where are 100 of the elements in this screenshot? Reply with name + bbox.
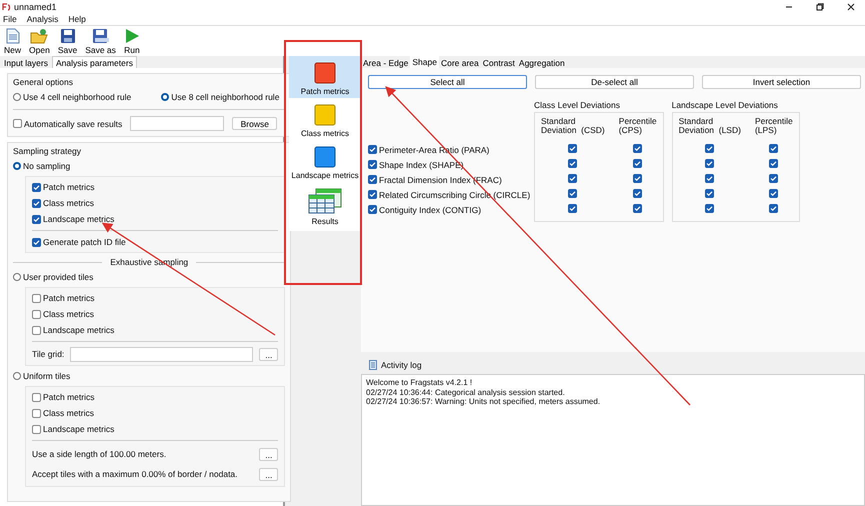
browse-button[interactable]: ... (259, 348, 278, 360)
checkbox[interactable] (32, 392, 41, 402)
toolbar-button[interactable]: Save as (85, 28, 116, 55)
setting-text: Accept tiles with a maximum 0.00% of border / nodata. (32, 469, 238, 479)
tab[interactable]: Analysis parameters (52, 56, 137, 68)
action-button[interactable]: Invert selection (702, 75, 861, 89)
column-header: Standard Deviation (LSD) (678, 117, 741, 136)
checkbox[interactable] (705, 144, 714, 154)
log-line: 02/27/24 10:36:44: Categorical analysis session started. (366, 388, 566, 397)
column-header: Standard Deviation (CSD) (541, 117, 605, 136)
menu-item[interactable]: File (3, 14, 17, 24)
tab[interactable]: Core area (438, 57, 481, 68)
checkbox[interactable] (568, 204, 578, 214)
edit-button[interactable]: ... (259, 468, 278, 480)
checkbox[interactable] (705, 189, 714, 198)
radio-label: User provided tiles (23, 272, 94, 282)
checkbox-label: Class metrics (43, 408, 94, 418)
path-field[interactable] (130, 116, 224, 131)
checkbox-label: Landscape metrics (43, 424, 114, 434)
checkbox[interactable] (368, 145, 377, 154)
toolbar-button[interactable]: Open (29, 28, 50, 55)
play-icon (124, 28, 140, 44)
checkbox[interactable] (32, 424, 41, 434)
square-icon (314, 62, 336, 84)
checkbox[interactable] (32, 198, 41, 208)
checkbox[interactable] (633, 174, 642, 184)
checkbox[interactable] (769, 144, 778, 154)
radio-button[interactable] (13, 273, 21, 281)
checkbox[interactable] (368, 190, 377, 200)
panel-title: Activity log (381, 360, 422, 370)
checkbox[interactable] (705, 174, 714, 184)
checkbox-label: Automatically save results (24, 118, 122, 128)
new-file-icon (6, 28, 20, 44)
toolbar-button[interactable]: Save (58, 28, 78, 55)
sidebar-item[interactable]: Patch metrics (289, 56, 361, 98)
action-button[interactable]: Select all (368, 75, 527, 89)
table-icon (308, 188, 342, 214)
checkbox[interactable] (32, 238, 41, 246)
checkbox[interactable] (633, 204, 642, 214)
tab[interactable]: Contrast (480, 57, 517, 68)
checkbox[interactable] (568, 144, 578, 154)
field-label: Tile grid: (32, 349, 64, 359)
checkbox[interactable] (769, 174, 778, 184)
setting-text: Use a side length of 100.00 meters. (32, 449, 166, 459)
checkbox[interactable] (32, 408, 41, 418)
checkbox[interactable] (633, 144, 642, 154)
checkbox-label: Class metrics (43, 198, 94, 208)
log-line: Welcome to Fragstats v4.2.1 ! (366, 378, 474, 388)
square-icon (314, 146, 336, 168)
checkbox-label: Patch metrics (43, 392, 94, 402)
checkbox[interactable] (769, 189, 778, 198)
radio-label: Uniform tiles (23, 371, 70, 381)
checkbox-label: Generate patch ID file (43, 237, 126, 247)
radio-button[interactable] (161, 93, 170, 101)
menu-item[interactable]: Analysis (26, 14, 58, 24)
checkbox[interactable] (568, 159, 578, 168)
app-logo-icon (2, 2, 11, 11)
action-button[interactable]: De-select all (535, 75, 694, 89)
column-header: Percentile (LPS) (754, 117, 793, 136)
edit-button[interactable]: ... (259, 448, 278, 460)
radio-label: Use 4 cell neighborhood rule (23, 92, 132, 102)
checkbox[interactable] (368, 160, 377, 170)
checkbox[interactable] (32, 182, 41, 192)
tile-grid-field[interactable] (70, 346, 254, 362)
log-line: 02/27/24 10:36:57: Warning: Units not specified, meters assumed. (366, 397, 602, 406)
checkbox[interactable] (633, 159, 642, 168)
radio-label: Use 8 cell neighborhood rule (171, 92, 280, 102)
metric-label: Fractal Dimension Index (FRAC) (379, 174, 502, 185)
browse-button[interactable]: Browse (232, 117, 278, 130)
checkbox[interactable] (32, 310, 41, 318)
checkbox[interactable] (32, 214, 41, 224)
radio-button[interactable] (13, 93, 21, 101)
checkbox[interactable] (769, 204, 778, 214)
checkbox[interactable] (568, 189, 578, 198)
checkbox[interactable] (32, 326, 41, 334)
checkbox[interactable] (568, 174, 578, 184)
square-icon (314, 104, 336, 126)
checkbox[interactable] (368, 175, 377, 184)
radio-button[interactable] (13, 372, 21, 380)
toolbar-button[interactable]: New (4, 28, 22, 55)
group-title: Class Level Deviations (534, 100, 621, 110)
checkbox[interactable] (32, 294, 41, 302)
document-icon (369, 360, 377, 370)
checkbox[interactable] (13, 119, 22, 128)
tab[interactable]: Shape (410, 56, 439, 68)
column-header: Percentile (CPS) (618, 117, 657, 136)
radio-button[interactable] (13, 162, 21, 170)
toolbar-button[interactable]: Run (124, 28, 140, 55)
menu-item[interactable]: Help (68, 14, 86, 24)
checkbox[interactable] (705, 204, 714, 214)
checkbox-label: Landscape metrics (43, 325, 114, 335)
close-icon[interactable] (846, 2, 856, 12)
maximize-icon[interactable] (815, 2, 825, 12)
checkbox-label: Patch metrics (43, 182, 94, 192)
checkbox[interactable] (769, 159, 778, 168)
checkbox[interactable] (633, 189, 642, 198)
tab[interactable]: Aggregation (516, 57, 567, 68)
checkbox[interactable] (705, 159, 714, 168)
tab[interactable]: Area - Edge (361, 57, 410, 68)
checkbox[interactable] (368, 205, 377, 214)
